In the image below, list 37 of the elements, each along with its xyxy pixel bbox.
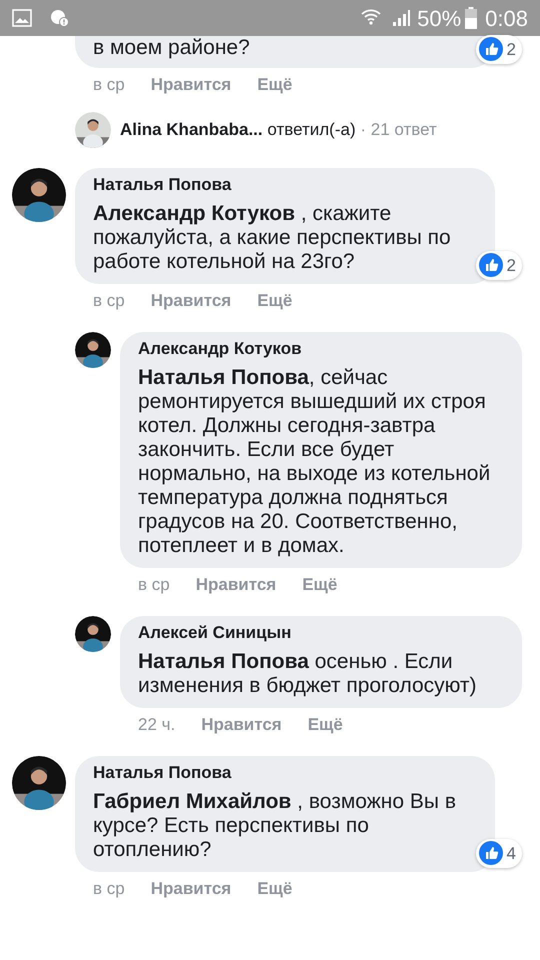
like-button[interactable]: Нравится (196, 574, 276, 596)
more-button[interactable]: Ещё (308, 714, 343, 736)
comment-text: Александр Котуков , скажите пожалуйста, а какие перспективы по работе котельной на 23го? (93, 202, 452, 274)
comment-text: Наталья Попова осенью . Если изменения в бюджет проголосуют) (138, 650, 478, 698)
comment-time: в ср (93, 878, 125, 900)
image-icon (12, 9, 32, 27)
comment-time: в ср (93, 290, 125, 312)
thumbs-up-icon (478, 841, 503, 866)
thumbs-up-icon (478, 37, 503, 62)
reaction-count[interactable]: 2 (476, 34, 522, 64)
comment-author[interactable]: Александр Котуков (138, 338, 508, 360)
reaction-count[interactable]: 4 (476, 838, 522, 868)
more-button[interactable]: Ещё (257, 290, 292, 312)
comment-author[interactable]: Наталья Попова (93, 174, 481, 196)
comment-time: в ср (93, 74, 125, 96)
thumbs-up-icon (478, 253, 503, 278)
like-button[interactable]: Нравится (150, 878, 232, 900)
more-button[interactable]: Ещё (302, 574, 338, 596)
signal-icon (391, 8, 412, 28)
like-button[interactable]: Нравится (150, 290, 232, 312)
comment-text: Наталья Попова, сейчас ремонтируется вышедший их строя котел. Должны сегодня-завтра закончить. Если все будет нормально, на выходе из котельной температура должна подняться градусов на 20. Соответственно, потеплеет и в домах. (138, 366, 492, 558)
comment-time: в ср (138, 574, 170, 596)
comment-author[interactable]: Наталья Попова (93, 762, 481, 784)
comment-text: в моем районе? (93, 36, 251, 60)
alert-icon (50, 8, 70, 28)
battery-level: 50% (417, 4, 462, 32)
like-button[interactable]: Нравится (201, 714, 282, 736)
like-button[interactable]: Нравится (150, 74, 232, 96)
more-button[interactable]: Ещё (257, 878, 292, 900)
clock: 0:08 (485, 4, 528, 32)
battery-icon (465, 7, 478, 29)
comment-author[interactable]: Алексей Синицын (138, 622, 508, 644)
comment-time: 22 ч. (138, 714, 176, 736)
reaction-count[interactable]: 2 (476, 250, 522, 280)
comment-text: Габриел Михайлов , возможно Вы в курсе? Есть перспективы по отоплению? (93, 790, 457, 862)
replies-link[interactable]: Alina Khanbaba... ответил(-а) · 21 ответ (120, 117, 437, 143)
more-button[interactable]: Ещё (257, 74, 292, 96)
